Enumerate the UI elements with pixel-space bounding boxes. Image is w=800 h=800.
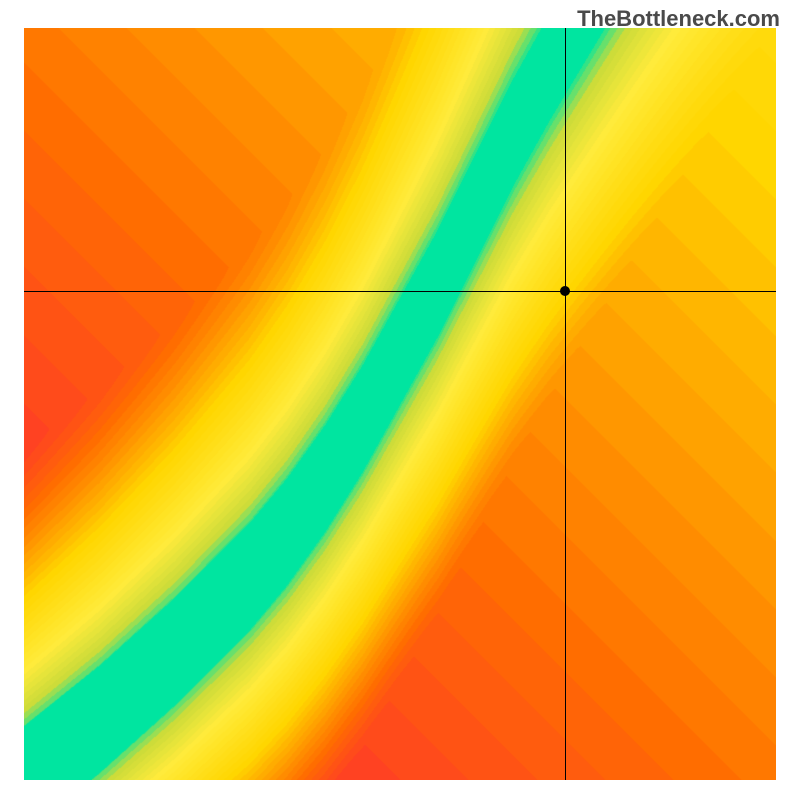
crosshair-horizontal [24,291,776,292]
heatmap-canvas [24,28,776,780]
data-point-marker [560,286,570,296]
watermark-text: TheBottleneck.com [577,6,780,32]
crosshair-vertical [565,28,566,780]
heatmap-plot [24,28,776,780]
